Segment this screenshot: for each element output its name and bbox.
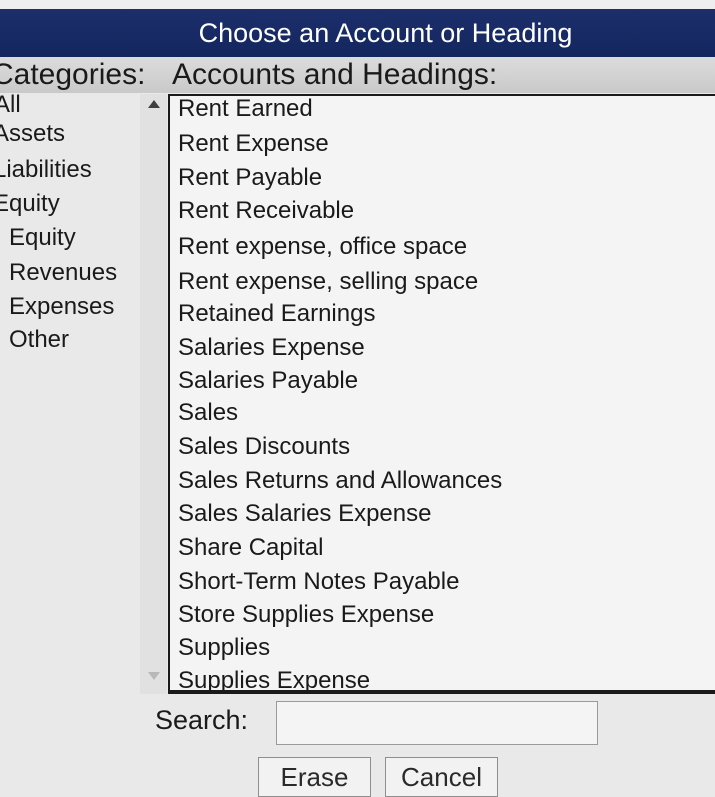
- dialog-title: Choose an Account or Heading: [0, 9, 715, 57]
- category-item-assets[interactable]: Assets: [0, 117, 65, 151]
- scroll-down-arrow-icon[interactable]: [148, 672, 160, 680]
- account-item[interactable]: Rent Earned: [178, 96, 313, 126]
- column-header-row: Categories: Accounts and Headings:: [0, 57, 715, 93]
- top-strip: [0, 0, 715, 9]
- list-bottom-border: [168, 692, 715, 694]
- category-item-liabilities[interactable]: Liabilities: [0, 153, 92, 187]
- account-item[interactable]: Rent Receivable: [178, 194, 354, 228]
- category-item-expenses[interactable]: Expenses: [9, 290, 114, 324]
- account-item[interactable]: Sales Returns and Allowances: [178, 464, 502, 498]
- account-item[interactable]: Salaries Expense: [178, 331, 365, 365]
- erase-button[interactable]: Erase: [258, 757, 371, 797]
- scroll-up-arrow-icon[interactable]: [148, 100, 160, 108]
- search-input[interactable]: [276, 701, 598, 745]
- account-item[interactable]: Sales Discounts: [178, 430, 350, 464]
- account-item[interactable]: Rent Payable: [178, 161, 322, 195]
- account-item[interactable]: Supplies: [178, 631, 270, 665]
- accounts-list: Rent Earned Rent Expense Rent Payable Re…: [168, 94, 715, 692]
- account-item[interactable]: Rent expense, office space: [178, 230, 467, 264]
- account-item[interactable]: Rent expense, selling space: [178, 265, 478, 299]
- account-item[interactable]: Retained Earnings: [178, 297, 375, 331]
- account-item[interactable]: Rent Expense: [178, 127, 329, 161]
- account-item[interactable]: Sales: [178, 396, 238, 430]
- cancel-button[interactable]: Cancel: [385, 757, 498, 797]
- category-item-equity-heading[interactable]: Equity: [0, 187, 60, 221]
- categories-header: Categories:: [0, 58, 146, 91]
- account-item[interactable]: Store Supplies Expense: [178, 598, 434, 632]
- accounts-scrollbar[interactable]: [140, 94, 167, 694]
- category-item-equity[interactable]: Equity: [9, 221, 76, 255]
- account-item[interactable]: Sales Salaries Expense: [178, 497, 431, 531]
- account-item[interactable]: Share Capital: [178, 531, 323, 565]
- account-item-focused[interactable]: Supplies Expense: [178, 664, 370, 690]
- account-item[interactable]: Short-Term Notes Payable: [178, 565, 459, 599]
- category-item-revenues[interactable]: Revenues: [9, 256, 117, 290]
- account-item[interactable]: Salaries Payable: [178, 364, 358, 398]
- search-label: Search:: [155, 705, 249, 735]
- accounts-header: Accounts and Headings:: [172, 58, 498, 91]
- category-item-other[interactable]: Other: [9, 323, 69, 357]
